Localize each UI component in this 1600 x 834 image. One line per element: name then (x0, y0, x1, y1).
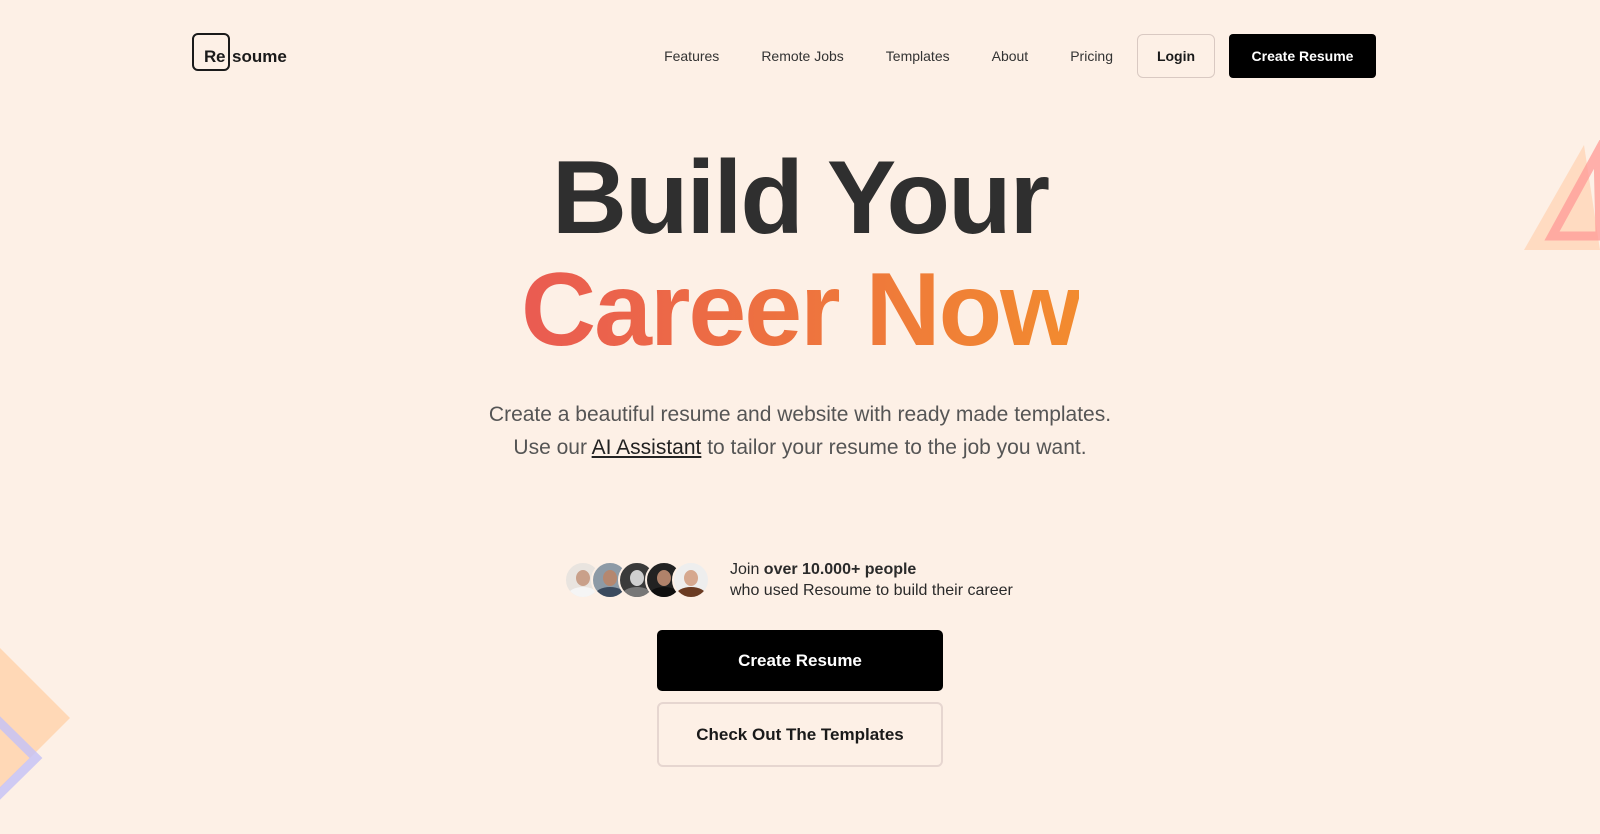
create-resume-button[interactable]: Create Resume (657, 630, 943, 691)
social-proof-line-1: Join over 10.000+ people (730, 559, 1013, 580)
social-proof-count: over 10.000+ people (763, 561, 917, 578)
nav-link-pricing[interactable]: Pricing (1070, 48, 1113, 64)
avatar-stack (564, 561, 710, 599)
subtitle-suffix: to tailor your resume to the job you wan… (701, 436, 1087, 459)
top-navigation: Re soume Features Remote Jobs Templates … (0, 0, 1600, 112)
nav-link-about[interactable]: About (992, 48, 1029, 64)
login-button[interactable]: Login (1137, 34, 1215, 78)
social-proof-join: Join (730, 561, 764, 578)
hero-subtitle: Create a beautiful resume and website wi… (0, 398, 1600, 464)
nav-create-resume-button[interactable]: Create Resume (1229, 34, 1376, 78)
brand-logo[interactable]: Re soume (192, 33, 287, 71)
logo-wordmark: soume (232, 47, 287, 66)
nav-links: Features Remote Jobs Templates About Pri… (664, 34, 1376, 78)
social-proof-text: Join over 10.000+ people who used Resoum… (730, 559, 1013, 601)
social-proof: Join over 10.000+ people who used Resoum… (564, 560, 1013, 600)
social-proof-line-2: who used Resoume to build their career (730, 582, 1013, 599)
decorative-diamond-icon (0, 648, 70, 800)
ai-assistant-link[interactable]: AI Assistant (592, 436, 702, 459)
nav-link-templates[interactable]: Templates (886, 48, 950, 64)
hero-subtitle-line-2: Use our AI Assistant to tailor your resu… (0, 431, 1600, 464)
hero-subtitle-line-1: Create a beautiful resume and website wi… (488, 403, 1112, 426)
hero-title-line-1: Build Your (551, 140, 1050, 256)
logo-mark-text: Re (204, 47, 226, 66)
check-templates-button[interactable]: Check Out The Templates (657, 702, 943, 767)
subtitle-prefix: Use our (513, 436, 592, 459)
nav-link-remote-jobs[interactable]: Remote Jobs (761, 48, 843, 64)
hero-title-gradient-text: Career Now (521, 252, 1081, 368)
avatar (672, 561, 710, 599)
hero-title-line-2: Career Now (0, 258, 1600, 362)
nav-link-features[interactable]: Features (664, 48, 719, 64)
logo-mark: Re (192, 33, 230, 71)
